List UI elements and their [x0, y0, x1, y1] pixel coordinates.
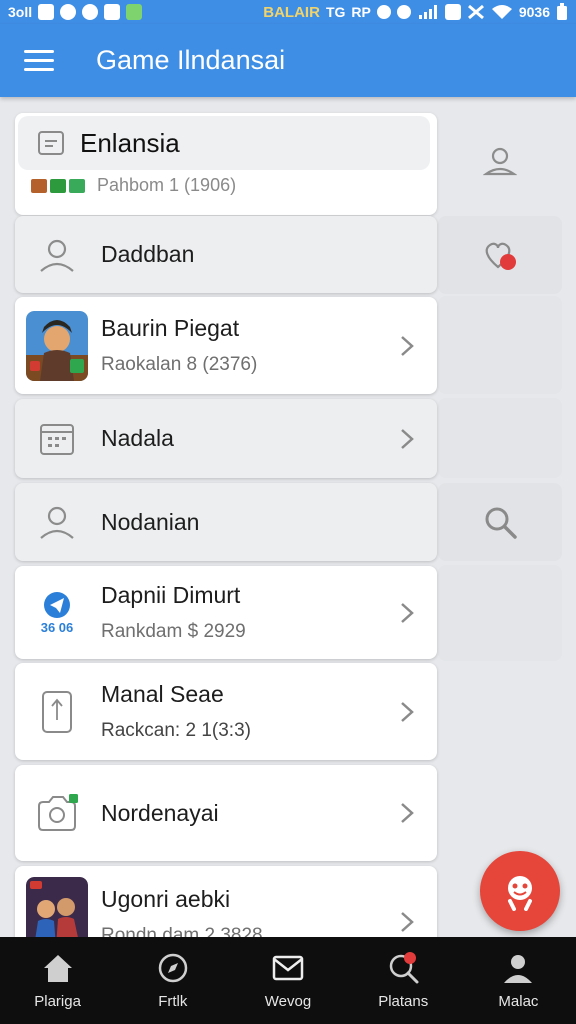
nav-item-search[interactable]: Platans [346, 937, 461, 1024]
list-item-subtitle: Rackcan: 2 1(3:3) [101, 720, 251, 741]
search-badge-icon [389, 952, 419, 984]
status-right: BALAIR TG RP 9036 [263, 3, 568, 21]
header-card-subtitle: Pahbom 1 (1906) [97, 175, 237, 195]
chevron-right-icon [401, 602, 414, 623]
list-item-daddban[interactable]: Daddban [15, 216, 437, 293]
list-item-title: Manal Seae [101, 681, 224, 707]
list-item-title: Daddban [101, 241, 195, 267]
right-panel-profile[interactable] [438, 110, 562, 214]
list-item-icon-box [25, 407, 89, 471]
mascot-fab-button[interactable] [480, 851, 560, 931]
header-card[interactable]: Enlansia Pahbom 1 (1906) [15, 113, 437, 215]
person-outline-icon [40, 506, 74, 539]
list-box-icon [38, 131, 64, 155]
list-item-icon-box [25, 310, 89, 381]
game-thumbnail-warrior [26, 310, 88, 381]
list-item-icon-box: 36 06 [25, 581, 89, 645]
status-bar: 3oll BALAIR TG RP 9036 [0, 0, 576, 24]
search-icon [485, 507, 517, 539]
chevron-right-icon [401, 701, 414, 722]
heart-badge-icon [485, 242, 516, 270]
nav-label: Plariga [34, 993, 81, 1010]
chevron-right-icon [401, 428, 414, 449]
nav-label: Wevog [264, 993, 312, 1010]
camera-status-icon [104, 4, 121, 20]
battery-level: 9036 [518, 4, 550, 20]
status-left: 3oll [8, 4, 143, 20]
app-title: Game Ilndansai [96, 45, 286, 75]
list-item-dapnii-dimurt[interactable]: 36 06 Dapnii Dimurt Rankdam $ 2929 [15, 566, 437, 659]
phone-outline-icon [42, 690, 72, 733]
notification-icon [444, 4, 461, 20]
bottom-navigation: Plariga Frtlk Wevog Platans Malac [0, 937, 576, 1024]
mascot-face-icon [508, 876, 532, 911]
list-item-title: Baurin Piegat [101, 315, 240, 341]
profile-icon [504, 955, 533, 983]
x-icon [467, 4, 484, 20]
nav-item-messages[interactable]: Wevog [230, 937, 345, 1024]
compass-icon [158, 953, 188, 983]
right-panel-empty [438, 296, 562, 394]
pinterest-icon [82, 4, 99, 20]
nav-item-home[interactable]: Plariga [0, 937, 115, 1024]
envelope-icon [272, 955, 304, 981]
list-item-title: Nodanian [101, 508, 200, 535]
cell-signal-icon [418, 5, 437, 19]
chevron-right-icon [401, 912, 414, 932]
sync-icon [376, 5, 391, 19]
app-bar: Game Ilndansai [0, 24, 576, 97]
camera-outline-icon [38, 794, 78, 831]
chevron-right-icon [401, 803, 414, 823]
list-item-nordenayai[interactable]: Nordenayai [15, 765, 437, 861]
list-item-nadala[interactable]: Nadala [15, 399, 437, 478]
list-item-title: Nadala [101, 425, 174, 451]
list-item-nodanian[interactable]: Nodanian [15, 483, 437, 561]
network-type: TG [325, 4, 346, 20]
header-card-title: Enlansia [80, 127, 180, 158]
nav-label: Malac [498, 993, 539, 1010]
header-card-sub: Pahbom 1 (1906) [31, 175, 236, 196]
right-panel-search[interactable] [438, 483, 562, 561]
home-icon [43, 955, 72, 982]
right-panel-lower [438, 565, 562, 661]
right-panel-favorites[interactable] [438, 216, 562, 294]
list-item-icon-box [25, 781, 89, 845]
status-mid-text: RP [351, 4, 371, 20]
list-item-icon-box [25, 680, 89, 744]
gallery-icon [38, 4, 55, 20]
list-item-icon-box [25, 490, 89, 554]
list-item-icon-box [25, 223, 89, 287]
hamburger-menu-icon[interactable] [0, 24, 78, 97]
signal-text: 3oll [8, 4, 33, 20]
list-item-baurin-piegat[interactable]: Baurin Piegat Raokalan 8 (2376) [15, 297, 437, 394]
nav-item-profile[interactable]: Malac [461, 937, 576, 1024]
calendar-grid-icon [40, 423, 74, 455]
list-item-icon-box [25, 877, 89, 947]
list-item-title: Dapnii Dimurt [101, 582, 241, 608]
badge-caption: 36 06 [40, 620, 74, 635]
person-outline-icon [483, 147, 517, 176]
facebook-icon [60, 4, 77, 20]
telegram-style-badge-icon [44, 592, 70, 618]
nav-item-explore[interactable]: Frtlk [115, 937, 230, 1024]
list-item-manal-seae[interactable]: Manal Seae Rackcan: 2 1(3:3) [15, 663, 437, 760]
header-card-title-bar: Enlansia [18, 116, 430, 170]
app-status-icon [126, 4, 143, 20]
list-item-subtitle: Rankdam $ 2929 [101, 621, 246, 642]
chevron-right-icon [401, 335, 414, 356]
nav-label: Frtlk [158, 993, 188, 1010]
battery-icon [557, 3, 567, 20]
right-panel-blank [438, 398, 562, 478]
game-badges-icon [31, 178, 85, 193]
list-item-title: Nordenayai [101, 799, 219, 826]
list-item-subtitle: Raokalan 8 (2376) [101, 354, 258, 375]
person-outline-icon [40, 239, 74, 272]
list-item-title: Ugonri aebki [101, 886, 231, 912]
alarm-icon [396, 5, 411, 19]
carrier-name: BALAIR [263, 3, 320, 21]
wifi-icon [491, 5, 512, 19]
nav-label: Platans [378, 993, 429, 1010]
